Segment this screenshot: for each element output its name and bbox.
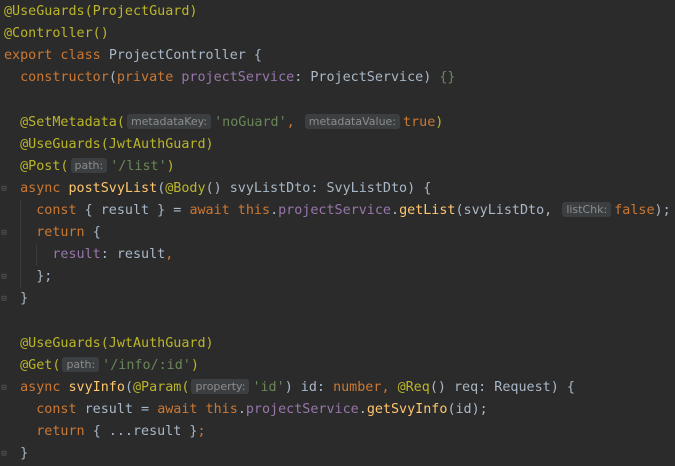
code-line-text: @UseGuards(JwtAuthGuard) (4, 333, 214, 355)
code-token: @UseGuards(JwtAuthGuard) (4, 335, 214, 351)
code-token: projectService (181, 70, 295, 86)
code-token: getSvyInfo (366, 401, 448, 417)
parameter-hint: listChk: (562, 201, 612, 217)
code-token: return (4, 225, 93, 240)
code-token: getList (399, 202, 456, 218)
code-token: {} (439, 70, 456, 86)
code-token: number (333, 379, 382, 395)
code-token: , (286, 114, 303, 130)
code-line-text: async postSvyList(@Body() svyListDto: Sv… (4, 178, 431, 200)
code-token: , (381, 379, 398, 395)
code-token: private (116, 70, 182, 86)
code-token: ) id: (284, 379, 334, 395)
code-token: projectService (278, 202, 391, 218)
code-line-text: async svyInfo(@Param(property:'id') id: … (4, 377, 575, 399)
code-token: 'noGuard' (214, 114, 287, 130)
code-line-text: return { ...result }; (4, 421, 206, 443)
code-token: ( (108, 70, 117, 86)
code-line-text: const { result } = await this.projectSer… (4, 200, 671, 222)
code-token: 'id' (252, 379, 285, 395)
code-token: @Req (397, 379, 430, 395)
code-token: (svyListDto, (455, 202, 561, 218)
code-line-text: return { (4, 222, 101, 244)
code-token: . (358, 401, 367, 417)
code-line-text: @UseGuards(ProjectGuard) (4, 1, 197, 23)
code-line-text: constructor(private projectService: Proj… (4, 67, 456, 89)
code-token: ; (197, 423, 206, 439)
code-token: @Post( (4, 158, 69, 174)
code-token: . (270, 202, 279, 218)
code-token: const (4, 202, 85, 218)
fold-marker-icon[interactable]: ⊟ (0, 288, 8, 310)
code-line-text: @Post(path: '/list') (4, 156, 175, 178)
parameter-hint: metadataValue: (304, 113, 401, 129)
code-token: '/list' (110, 158, 167, 174)
code-token: : result (100, 247, 166, 263)
code-line-text: export class ProjectController { (4, 45, 262, 67)
code-token: { ...result } (92, 423, 198, 439)
code-token: . (391, 202, 400, 218)
code-token: ) (190, 357, 199, 373)
code-editor[interactable]: @UseGuards(ProjectGuard) @Controller() exp… (0, 0, 675, 466)
code-token: projectService (245, 401, 359, 417)
parameter-hint: path: (70, 157, 108, 173)
code-token: @Controller() (4, 26, 109, 42)
code-line-text: }; (4, 266, 52, 288)
code-token: async (4, 180, 69, 196)
code-line-text: const result = await this.projectService… (4, 399, 488, 421)
code-token: () req: Request) { (429, 379, 575, 395)
fold-marker-icon[interactable]: ⊟ (0, 178, 8, 200)
code-line-text: @SetMetadata(metadataKey:'noGuard', meta… (4, 112, 443, 134)
code-token: constructor (4, 70, 109, 86)
code-line-text: @Controller() (4, 23, 109, 45)
fold-marker-icon[interactable]: ⊟ (0, 222, 8, 244)
code-token: export class (4, 48, 109, 64)
code-token: @Param( (133, 379, 190, 395)
code-token: . (237, 401, 246, 417)
code-token: }; (4, 269, 53, 285)
code-token: await this (189, 202, 271, 218)
code-token: '/info/:id' (102, 357, 191, 373)
parameter-hint: path: (62, 356, 100, 372)
code-token: ) (166, 158, 175, 174)
code-token: ) (435, 114, 444, 130)
code-token: @SetMetadata( (4, 114, 125, 130)
code-token: { result } = (84, 202, 190, 218)
code-token: , (165, 247, 174, 263)
code-token: svyInfo (68, 379, 125, 395)
code-token: { (92, 225, 101, 240)
code-token: const (4, 401, 85, 417)
fold-marker-icon[interactable]: ⊟ (0, 377, 8, 399)
parameter-hint: metadataKey: (126, 113, 212, 129)
fold-marker-icon[interactable]: ⊟ (0, 266, 8, 288)
code-token: ProjectController { (108, 48, 262, 64)
code-line-text: @Get(path: '/info/:id') (4, 355, 199, 377)
code-token: result = (84, 401, 158, 417)
code-token: async (4, 379, 69, 395)
code-token: () svyListDto: SvyListDto) { (205, 180, 432, 196)
code-token: ); (654, 202, 671, 218)
code-line-text: result: result, (4, 244, 173, 266)
code-token: @UseGuards(JwtAuthGuard) (4, 136, 214, 152)
code-token: @Body (165, 180, 206, 196)
code-token: result (4, 247, 101, 263)
code-token: return (4, 423, 93, 439)
code-token: @UseGuards(ProjectGuard) (4, 4, 198, 19)
code-token: : ProjectService) (294, 70, 440, 86)
code-token: ( (124, 379, 133, 395)
code-token: (id); (447, 401, 488, 417)
fold-marker-icon[interactable]: ⊟ (0, 443, 8, 465)
code-line-text: @UseGuards(JwtAuthGuard) (4, 134, 214, 156)
code-token: postSvyList (68, 180, 158, 196)
code-token: true (403, 114, 436, 130)
parameter-hint: property: (191, 378, 250, 394)
code-token: await this (157, 401, 238, 417)
code-token: false (614, 202, 655, 218)
code-token: @Get( (4, 357, 61, 373)
